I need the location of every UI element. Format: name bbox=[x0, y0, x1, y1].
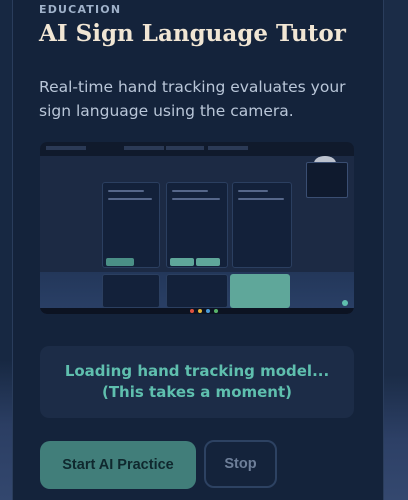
app-preview-screenshot bbox=[40, 142, 354, 314]
preview-button bbox=[196, 258, 220, 266]
preview-button bbox=[106, 258, 134, 266]
category-label: EDUCATION bbox=[39, 3, 122, 16]
preview-highlight-tile bbox=[230, 274, 290, 308]
start-ai-practice-button[interactable]: Start AI Practice bbox=[40, 441, 196, 489]
preview-text-line bbox=[238, 190, 268, 192]
preview-tile bbox=[166, 274, 228, 308]
preview-taskbar-icon bbox=[206, 309, 210, 313]
preview-taskbar-icon bbox=[198, 309, 202, 313]
preview-tab-strip bbox=[46, 146, 248, 150]
model-status-box: Loading hand tracking model... (This tak… bbox=[40, 346, 354, 418]
stop-button[interactable]: Stop bbox=[204, 440, 277, 488]
preview-chat-icon bbox=[342, 300, 348, 306]
preview-tile bbox=[102, 274, 160, 308]
preview-text-line bbox=[108, 198, 152, 200]
preview-tile bbox=[102, 182, 160, 268]
preview-text-line bbox=[172, 198, 220, 200]
preview-taskbar-icon bbox=[190, 309, 194, 313]
project-description: Real-time hand tracking evaluates your s… bbox=[39, 78, 346, 120]
preview-taskbar bbox=[40, 308, 354, 314]
page-background-right bbox=[382, 0, 408, 500]
preview-text-line bbox=[108, 190, 144, 192]
preview-tile bbox=[166, 182, 228, 268]
preview-taskbar-icon bbox=[214, 309, 218, 313]
preview-button bbox=[170, 258, 194, 266]
project-title: AI Sign Language Tutor bbox=[39, 20, 346, 47]
preview-side-panel bbox=[306, 162, 348, 198]
preview-text-line bbox=[172, 190, 208, 192]
page-background-left bbox=[0, 0, 12, 500]
preview-tile bbox=[232, 182, 292, 268]
preview-text-line bbox=[238, 198, 284, 200]
project-card: EDUCATION AI Sign Language Tutor Real-ti… bbox=[12, 0, 384, 500]
model-status-message: Loading hand tracking model... (This tak… bbox=[64, 362, 330, 401]
